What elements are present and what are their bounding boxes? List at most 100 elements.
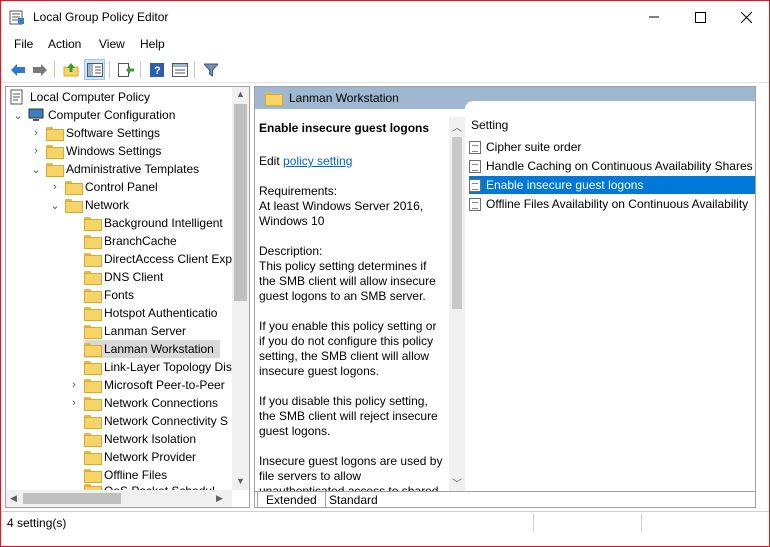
help-button[interactable]: ? bbox=[146, 59, 167, 80]
folder-icon bbox=[84, 343, 102, 357]
policy-setting-icon bbox=[469, 178, 481, 192]
tree-item-network-child[interactable]: BranchCache bbox=[84, 232, 177, 250]
details-pane: Lanman Workstation Enable insecure guest… bbox=[254, 86, 756, 508]
tree-hscroll-thumb[interactable] bbox=[23, 493, 121, 504]
tree-item-computer-configuration[interactable]: Computer Configuration bbox=[28, 106, 175, 124]
list-item[interactable]: Offline Files Availability on Continuous… bbox=[469, 195, 755, 213]
tab-extended[interactable]: Extended bbox=[257, 492, 326, 507]
tree-item-control-panel[interactable]: Control Panel bbox=[65, 178, 158, 196]
tree-label: Lanman Workstation bbox=[104, 342, 214, 356]
setting-column-header[interactable]: Setting bbox=[471, 118, 508, 132]
description-scrollbar[interactable]: ︿ ﹀ bbox=[449, 117, 465, 491]
close-button[interactable] bbox=[723, 1, 769, 33]
description-scroll-thumb[interactable] bbox=[452, 137, 462, 309]
details-header-title: Lanman Workstation bbox=[289, 91, 399, 105]
expand-arrow-icon[interactable]: › bbox=[30, 124, 42, 142]
tree-item-network-child[interactable]: Network Connections bbox=[84, 394, 218, 412]
tree-item-network-child[interactable]: Lanman Server bbox=[84, 322, 186, 340]
folder-icon bbox=[84, 289, 102, 303]
scroll-up-icon[interactable]: ▲ bbox=[236, 89, 245, 99]
tree-vertical-scrollbar[interactable]: ▲ ▼ bbox=[232, 87, 249, 490]
expand-arrow-icon[interactable]: › bbox=[30, 142, 42, 160]
tree-item-network-child[interactable]: Network Connectivity S bbox=[84, 412, 228, 430]
properties-icon bbox=[171, 62, 188, 77]
folder-icon bbox=[84, 307, 102, 321]
back-icon bbox=[10, 63, 25, 76]
requirements-text: At least Windows Server 2016, Windows 10 bbox=[259, 199, 424, 228]
tree-item-network[interactable]: Network bbox=[65, 196, 129, 214]
edit-policy-setting-link[interactable]: policy setting bbox=[283, 154, 352, 168]
collapse-arrow-icon[interactable]: ⌄ bbox=[12, 106, 24, 124]
tree-item-network-child[interactable]: Network Isolation bbox=[84, 430, 196, 448]
folder-icon bbox=[65, 181, 83, 195]
policy-setting-icon bbox=[469, 197, 481, 211]
policy-setting-icon bbox=[469, 140, 481, 154]
properties-button[interactable] bbox=[169, 59, 190, 80]
chevron-down-icon[interactable]: ﹀ bbox=[452, 475, 462, 490]
tree-label: Network bbox=[85, 198, 130, 212]
filter-button[interactable] bbox=[200, 59, 221, 80]
settings-list: Setting Cipher suite order Handle Cachin… bbox=[465, 101, 755, 493]
tree-label: BranchCache bbox=[104, 234, 177, 248]
folder-icon bbox=[46, 127, 64, 141]
menu-help[interactable]: Help bbox=[140, 37, 165, 51]
tree-scroll-thumb[interactable] bbox=[234, 104, 247, 301]
menu-file[interactable]: File bbox=[14, 37, 33, 51]
tree-item-local-computer-policy[interactable]: Local Computer Policy bbox=[10, 88, 150, 106]
tree-label: Lanman Server bbox=[104, 324, 187, 338]
description-paragraph: If you enable this policy setting or if … bbox=[259, 319, 437, 378]
tree-item-network-child[interactable]: DNS Client bbox=[84, 268, 163, 286]
tree-item-network-child[interactable]: Hotspot Authenticatio bbox=[84, 304, 217, 322]
collapse-arrow-icon[interactable]: ⌄ bbox=[49, 196, 61, 214]
tree-item-network-child[interactable]: Microsoft Peer-to-Peer bbox=[84, 376, 225, 394]
show-hide-tree-button[interactable] bbox=[84, 59, 105, 80]
export-list-button[interactable] bbox=[115, 59, 136, 80]
tree-label: Microsoft Peer-to-Peer bbox=[104, 378, 225, 392]
scroll-down-icon[interactable]: ▼ bbox=[236, 476, 245, 486]
tree-item-network-child[interactable]: Background Intelligent bbox=[84, 214, 223, 232]
maximize-icon bbox=[694, 11, 706, 23]
folder-icon bbox=[84, 253, 102, 267]
tree-item-network-child[interactable]: Offline Files bbox=[84, 466, 167, 484]
tab-standard[interactable]: Standard bbox=[321, 492, 386, 507]
expand-arrow-icon[interactable]: › bbox=[68, 394, 80, 412]
menu-action[interactable]: Action bbox=[48, 37, 81, 51]
tree-item-network-child[interactable]: Fonts bbox=[84, 286, 134, 304]
forward-button[interactable] bbox=[29, 59, 50, 80]
policy-icon bbox=[10, 89, 23, 105]
edit-prefix: Edit bbox=[259, 154, 280, 168]
forward-icon bbox=[32, 63, 47, 76]
back-button[interactable] bbox=[7, 59, 28, 80]
folder-icon bbox=[265, 92, 283, 106]
tree-item-network-child[interactable]: Network Provider bbox=[84, 448, 196, 466]
tree-item-software-settings[interactable]: Software Settings bbox=[46, 124, 160, 142]
tree-item-lanman-workstation[interactable]: Lanman Workstation bbox=[84, 340, 220, 358]
up-folder-button[interactable] bbox=[60, 59, 81, 80]
tree-item-network-child[interactable]: DirectAccess Client Exp bbox=[84, 250, 232, 268]
scroll-left-icon[interactable]: ◀ bbox=[10, 493, 17, 504]
menu-view[interactable]: View bbox=[99, 37, 125, 51]
list-item-selected[interactable]: Enable insecure guest logons bbox=[469, 176, 755, 194]
policy-title: Enable insecure guest logons bbox=[259, 121, 430, 135]
folder-icon bbox=[84, 271, 102, 285]
collapse-arrow-icon[interactable]: ⌄ bbox=[30, 160, 42, 178]
tree-item-network-child[interactable]: Link-Layer Topology Dis bbox=[84, 358, 232, 376]
chevron-up-icon[interactable]: ︿ bbox=[452, 119, 462, 134]
title-bar[interactable]: Local Group Policy Editor bbox=[1, 1, 769, 33]
maximize-button[interactable] bbox=[677, 1, 723, 33]
folder-icon bbox=[84, 433, 102, 447]
folder-icon bbox=[46, 163, 64, 177]
tree-label: Windows Settings bbox=[66, 144, 162, 158]
expand-arrow-icon[interactable]: › bbox=[49, 178, 61, 196]
status-text: 4 setting(s) bbox=[7, 516, 67, 530]
tree-item-windows-settings[interactable]: Windows Settings bbox=[46, 142, 161, 160]
tree-item-administrative-templates[interactable]: Administrative Templates bbox=[46, 160, 199, 178]
expand-arrow-icon[interactable]: › bbox=[68, 376, 80, 394]
tree-label: Offline Files bbox=[104, 468, 168, 482]
tree-horizontal-scrollbar[interactable]: ◀ ▶ bbox=[6, 490, 232, 507]
list-item[interactable]: Cipher suite order bbox=[469, 138, 755, 156]
window-title: Local Group Policy Editor bbox=[33, 10, 169, 24]
minimize-button[interactable] bbox=[631, 1, 677, 33]
list-item[interactable]: Handle Caching on Continuous Availabilit… bbox=[469, 157, 755, 175]
scroll-right-icon[interactable]: ▶ bbox=[216, 493, 223, 504]
